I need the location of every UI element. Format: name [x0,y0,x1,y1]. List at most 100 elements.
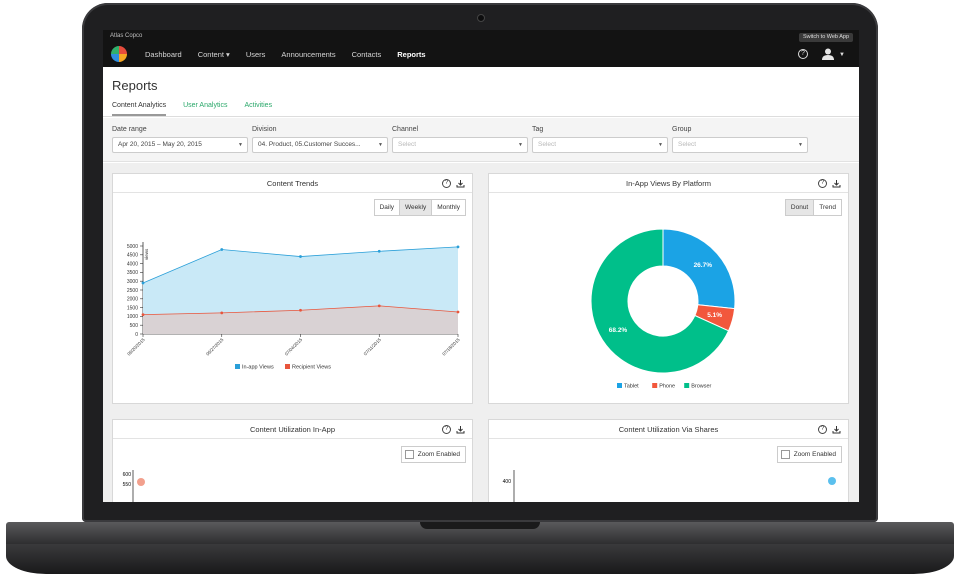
filter-label: Tag [532,126,544,133]
legend-label[interactable]: Phone [659,384,675,390]
filter-value: Select [678,141,697,148]
filter-select[interactable]: 04. Product, 05.Customer Succes... ▼ [252,137,388,153]
help-icon[interactable]: ? [442,179,451,188]
panel-title: In-App Views By Platform [626,179,711,188]
data-point[interactable] [299,308,302,312]
download-icon[interactable] [456,179,465,188]
y-tick-label: 550 [123,482,132,488]
filter-2: Channel Select ▼ [392,126,528,153]
brand-logo-icon[interactable] [111,46,127,62]
filter-select[interactable]: Apr 20, 2015 – May 20, 2015 ▼ [112,137,248,153]
nav-item[interactable]: Content ▾ [198,50,230,59]
filter-label: Channel [392,126,419,133]
tab-item[interactable]: Content Analytics [112,102,167,116]
y-tick-label: 3000 [127,279,138,285]
legend-label[interactable]: Recipient Views [292,365,331,371]
laptop-notch [420,522,540,529]
legend-swatch [617,383,622,388]
data-point[interactable] [141,313,145,317]
help-icon[interactable]: ? [442,425,451,434]
filter-label: Division [252,126,277,133]
y-tick-label: 3500 [127,270,138,276]
chevron-down-icon[interactable]: ▼ [238,138,243,152]
checkbox-icon[interactable] [780,450,790,459]
filter-label: Date range [112,126,147,133]
platform-panel: In-App Views By Platform ? Donut Trend 26… [488,173,849,404]
zoom-enabled-checkbox[interactable]: Zoom Enabled [776,446,842,463]
legend-swatch [235,364,240,369]
y-tick-label: 2500 [127,288,138,294]
y-tick-label: 0 [135,332,138,338]
panel-title: Content Utilization In-App [249,425,336,434]
switch-to-web-app-button[interactable]: Switch to Web App [798,33,853,42]
nav-item[interactable]: Dashboard [145,50,182,59]
help-icon[interactable]: ? [818,179,827,188]
data-point[interactable] [141,281,145,285]
filter-1: Division 04. Product, 05.Customer Succes.… [252,126,388,153]
legend-label[interactable]: Tablet [624,384,639,390]
y-tick-label: 4000 [127,261,138,267]
checkbox-icon[interactable] [404,450,414,459]
y-tick-label: 1000 [127,314,138,320]
chevron-down-icon[interactable]: ▼ [658,138,663,152]
content-trends-chart: 0 500 1000 1500 2000 2500 3000 3500 4000 4500 5000… [126,242,461,371]
filter-value: Select [538,141,557,148]
legend-label[interactable]: Browser [691,384,711,390]
nav-item[interactable]: Announcements [281,50,335,59]
bubble-mark[interactable] [137,478,145,486]
download-icon[interactable] [832,425,841,434]
filter-select[interactable]: Select ▼ [532,137,668,153]
data-point[interactable] [456,310,460,314]
filter-0: Date range Apr 20, 2015 – May 20, 2015 ▼ [112,126,248,153]
slice-label: 68.2% [609,327,628,334]
top-nav: Atlas Copco Dashboard Content ▾ Users Annou… [103,30,859,67]
panel-header: In-App Views By Platform ? [489,174,848,193]
zoom-enabled-checkbox[interactable]: Zoom Enabled [400,446,466,463]
filter-select[interactable]: Select ▼ [392,137,528,153]
filter-value: Select [398,141,417,148]
data-point[interactable] [299,255,302,258]
bubble-mark[interactable] [828,477,836,485]
y-tick-label: 5000 [127,244,138,250]
user-icon[interactable] [821,47,835,61]
chevron-down-icon[interactable]: ▼ [798,138,803,152]
dashboard: Content Trends ? Daily Weekly Monthly 0 500… [103,163,859,502]
data-point[interactable] [377,249,381,253]
nav-menu: Dashboard Content ▾ Users Announcements Cont… [145,50,426,59]
data-point[interactable] [377,304,381,308]
content-trends-panel: Content Trends ? Daily Weekly Monthly 0 500… [112,173,473,404]
filter-4: Group Select ▼ [672,126,808,153]
utilization-inapp-panel: Content Utilization In-App ? Zoom Enable… [112,419,473,502]
laptop-base-bottom [6,544,954,574]
chevron-down-icon[interactable]: ▼ [518,138,523,152]
tab-item[interactable]: User Analytics [183,102,227,116]
nav-item[interactable]: Reports [397,50,425,59]
data-point[interactable] [220,248,224,251]
data-point[interactable] [220,311,224,315]
legend-swatch [652,383,658,388]
download-icon[interactable] [832,179,841,188]
download-icon[interactable] [456,425,465,434]
nav-item[interactable]: Contacts [352,50,382,59]
y-tick-label: 500 [130,323,139,329]
data-point[interactable] [456,245,460,249]
page-header: Reports Content Analytics User Analytics A… [103,67,859,117]
filter-bar: Date range Apr 20, 2015 – May 20, 2015 ▼ Di… [103,118,859,162]
y-tick-label: 1500 [127,305,138,311]
panel-title: Content Trends [266,179,319,188]
help-icon[interactable]: ? [818,425,827,434]
user-menu-caret-icon[interactable]: ▼ [839,52,845,58]
tab-item[interactable]: Activities [244,102,272,116]
chevron-down-icon[interactable]: ▼ [378,138,383,152]
help-icon[interactable]: ? [798,49,808,59]
zoom-label: Zoom Enabled [417,451,460,458]
app-screen: Atlas Copco Dashboard Content ▾ Users Annou… [103,30,859,502]
legend-label[interactable]: In-app Views [242,365,274,371]
utilization-shares-axis: 400 [503,470,836,502]
y-axis-label: views [144,248,149,260]
platform-donut-chart: 26.7% 5.1% 68.2% Tablet Phone Browser [590,228,736,390]
panel-header: Content Utilization In-App ? [113,420,472,439]
nav-item[interactable]: Users [246,50,266,59]
filter-select[interactable]: Select ▼ [672,137,808,153]
utilization-shares-panel: Content Utilization Via Shares ? Zoom En… [488,419,849,502]
